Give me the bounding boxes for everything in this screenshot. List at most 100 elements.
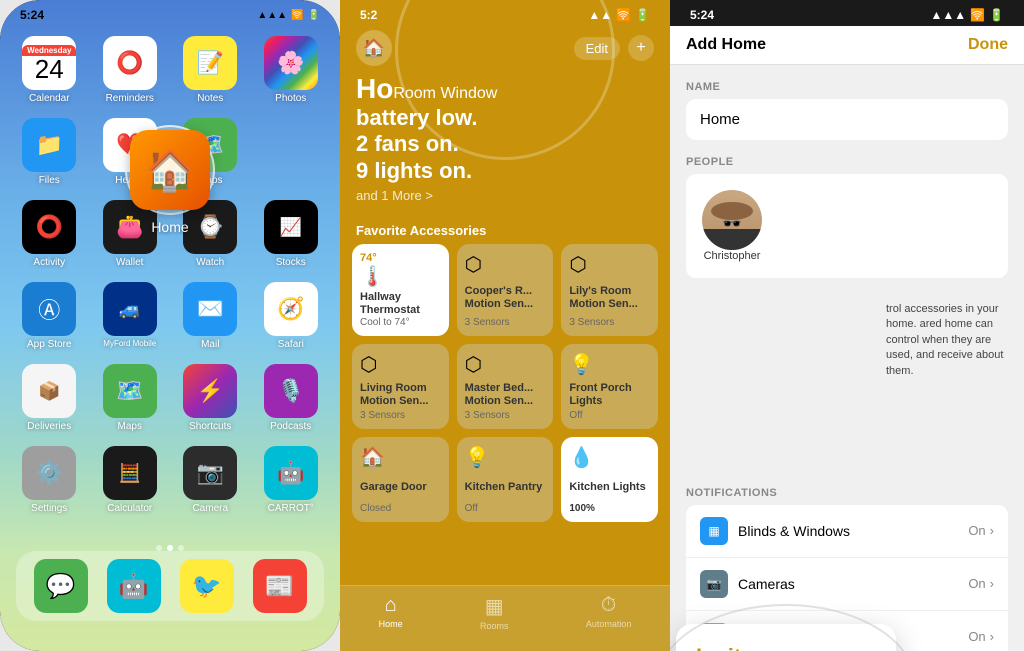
app-appstore[interactable]: Ⓐ App Store [16,282,83,350]
name-input[interactable] [686,99,1008,140]
app-calculator[interactable]: 🧮 Calculator [97,446,164,514]
acc-coopers-room[interactable]: ⬡ Cooper's R... Motion Sen... 3 Sensors [457,244,554,336]
blinds-status: On [968,523,985,538]
invite-section: Invite... Invite people pe... trol acces… [686,294,1008,387]
app-photos[interactable]: 🌸 Photos [258,36,325,104]
app-calendar-label: Calendar [29,93,70,104]
p2-home-icon[interactable]: 🏠 [356,30,392,66]
app-home-highlighted[interactable]: 🏠 Home [130,130,210,210]
app-notes[interactable]: 📝 Notes [177,36,244,104]
phone3-time: 5:24 [690,8,714,22]
notif-cameras[interactable]: 📷 Cameras On › [686,558,1008,611]
app-settings-label: Settings [31,503,67,514]
app-grid: Wednesday 24 Calendar ⭕ Reminders [0,26,340,524]
add-button[interactable]: + [628,35,654,61]
acc-kitchen-pantry[interactable]: 💡 Kitchen Pantry Off [457,437,554,522]
porch-icon: 💡 [569,352,650,377]
nav-automation[interactable]: ⏱ Automation [586,594,632,631]
acc-garage[interactable]: 🏠 Garage Door Closed [352,437,449,522]
phone2-time: 5:2 [360,8,377,22]
blinds-icon: ▦ [700,517,728,545]
acc-master-bed[interactable]: ⬡ Master Bed... Motion Sen... 3 Sensors [457,344,554,429]
acc-living-room[interactable]: ⬡ Living Room Motion Sen... 3 Sensors [352,344,449,429]
app-files-label: Files [39,175,60,186]
app-calculator-label: Calculator [107,503,152,514]
living-name: Living Room Motion Sen... [360,382,441,408]
app-podcasts[interactable]: 🎙️ Podcasts [258,364,325,432]
app-deliveries-label: Deliveries [27,421,71,432]
klights-name: Kitchen Lights [569,481,650,494]
app-reminders[interactable]: ⭕ Reminders [97,36,164,104]
phone3-battery: 🔋 [989,8,1004,22]
notif-blinds[interactable]: ▦ Blinds & Windows On › [686,505,1008,558]
accessories-grid: 74° 🌡️ Hallway Thermostat Cool to 74° ⬡ … [340,244,670,522]
cameras-chevron: › [990,576,994,591]
app-shortcuts[interactable]: ⚡ Shortcuts [177,364,244,432]
acc-kitchen-lights[interactable]: 💧 Kitchen Lights 100% [561,437,658,522]
app-settings[interactable]: ⚙️ Settings [16,446,83,514]
edit-button[interactable]: Edit [574,37,620,60]
porch-name: Front Porch Lights [569,382,650,408]
acc-thermostat[interactable]: 74° 🌡️ Hallway Thermostat Cool to 74° [352,244,449,336]
blinds-name: Blinds & Windows [738,523,850,539]
app-calendar[interactable]: Wednesday 24 Calendar [16,36,83,104]
app-podcasts-label: Podcasts [270,421,311,432]
acc-front-porch[interactable]: 💡 Front Porch Lights Off [561,344,658,429]
master-icon: ⬡ [465,352,546,377]
app-stocks-label: Stocks [276,257,306,268]
nav-rooms[interactable]: ▦ Rooms [480,594,509,631]
phone2-home-app: 5:2 ▲▲ 🛜 🔋 🏠 Edit + HoRoom Window batter… [340,0,670,651]
pantry-name: Kitchen Pantry [465,481,546,494]
app-activity[interactable]: ⭕ Activity [16,200,83,268]
done-button[interactable]: Done [968,36,1008,54]
christopher-avatar: 🕶️ [702,190,762,250]
phone2-summary: HoRoom Window battery low. 2 fans on. 9 … [340,74,670,215]
phone2-bottom-nav: ⌂ Home ▦ Rooms ⏱ Automation [340,585,670,651]
acc-lilys-room[interactable]: ⬡ Lily's Room Motion Sen... 3 Sensors [561,244,658,336]
coopers-icon: ⬡ [465,252,546,277]
blinds-chevron: › [990,523,994,538]
app-maps2[interactable]: 🗺️ Maps [97,364,164,432]
app-camera[interactable]: 📷 Camera [177,446,244,514]
app-myford[interactable]: 🚙 MyFord Mobile [97,282,164,350]
app-safari[interactable]: 🧭 Safari [258,282,325,350]
app-reminders-label: Reminders [106,93,154,104]
notifications-label: NOTIFICATIONS [686,487,1008,499]
phone1-signal: ▲▲▲ [257,10,287,21]
summary-fans: 2 fans on. [356,131,654,157]
cameras-name: Cameras [738,576,795,592]
phone1-iphone: 5:24 ▲▲▲ 🛜 🔋 Wednesday 24 [0,0,340,651]
app-carrot[interactable]: 🤖 CARROT° [258,446,325,514]
app-appstore-label: App Store [27,339,71,350]
home-app-icon[interactable]: 🏠 [130,130,210,210]
app-mail[interactable]: ✉️ Mail [177,282,244,350]
master-status: 3 Sensors [465,410,546,421]
dock-messages[interactable]: 💬 [34,559,88,613]
app-maps2-label: Maps [118,421,142,432]
dock-bird[interactable]: 🐦 [180,559,234,613]
nav-home[interactable]: ⌂ Home [379,594,403,631]
living-status: 3 Sensors [360,410,441,421]
people-section: PEOPLE 🕶️ Christopher [686,156,1008,278]
add-home-title: Add Home [686,36,766,54]
phone3-status-bar: 5:24 ▲▲▲ 🛜 🔋 [670,0,1024,26]
phone2-signal: ▲▲ [588,8,612,22]
doors-status: On [968,629,985,644]
invite-title: Invite... [696,644,876,651]
app-files[interactable]: 📁 Files [16,118,83,186]
summary-more[interactable]: and 1 More > [356,188,654,203]
dock: 💬 🤖 🐦 📰 [16,551,324,621]
invite-card[interactable]: Invite... Invite people pe... [676,624,896,651]
dock-news[interactable]: 📰 [253,559,307,613]
app-watch-label: Watch [196,257,224,268]
dock-robot[interactable]: 🤖 [107,559,161,613]
nav-automation-icon: ⏱ [601,594,617,617]
app-stocks[interactable]: 📈 Stocks [258,200,325,268]
coopers-status: 3 Sensors [465,317,546,328]
garage-status: Closed [360,503,441,514]
nav-rooms-icon: ▦ [485,594,504,619]
app-deliveries[interactable]: 📦 Deliveries [16,364,83,432]
app-photos-label: Photos [275,93,306,104]
master-name: Master Bed... Motion Sen... [465,382,546,408]
nav-home-label: Home [379,619,403,629]
